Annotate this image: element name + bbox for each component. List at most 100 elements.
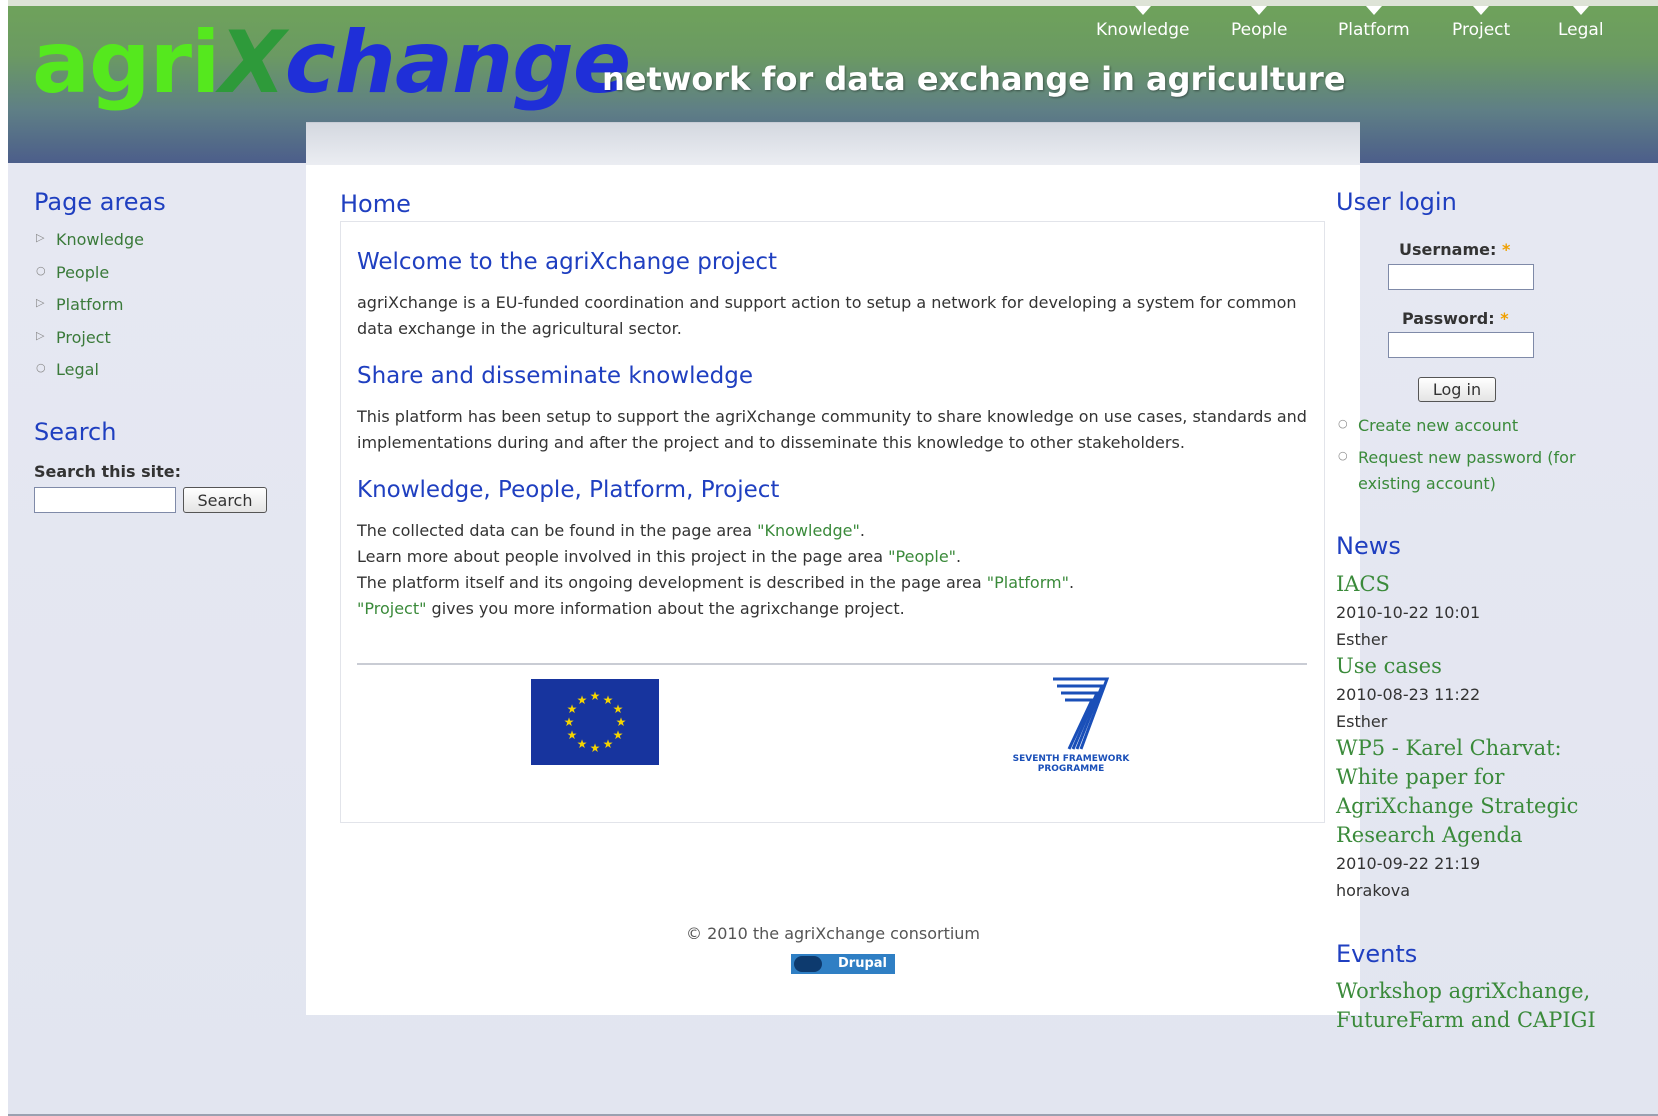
site-tagline: network for data exchange in agriculture	[602, 60, 1346, 98]
sidebar-item-label: People	[56, 262, 110, 282]
circle-bullet-icon: ○	[36, 263, 46, 277]
circle-bullet-icon: ○	[36, 361, 46, 374]
sidebar-item-knowledge[interactable]: ▷ Knowledge	[34, 228, 144, 261]
text: .	[956, 547, 962, 566]
page-areas-menu: ▷ Knowledge ○ People ▷ Platform ▷ Project ○ L…	[34, 228, 144, 391]
section-heading: Knowledge, People, Platform, Project	[357, 477, 780, 503]
section-body: agriXchange is a EU-funded coordination …	[357, 293, 1297, 338]
svg-text:★: ★	[577, 693, 588, 707]
svg-text:★: ★	[564, 715, 575, 729]
drupal-badge-label: Drupal	[838, 956, 887, 971]
topnav-project[interactable]: Project	[1452, 6, 1510, 40]
topnav-knowledge[interactable]: Knowledge	[1096, 6, 1189, 40]
required-mark: *	[1500, 309, 1509, 328]
sidebar-item-label: Project	[56, 327, 111, 347]
link-knowledge[interactable]: "Knowledge"	[757, 521, 860, 540]
password-label: Password: *	[1402, 309, 1509, 328]
svg-text:★: ★	[616, 715, 627, 729]
login-button[interactable]: Log in	[1418, 377, 1496, 402]
sidebar-item-platform[interactable]: ▷ Platform	[34, 293, 144, 326]
divider	[357, 663, 1307, 665]
news-item-author: Esther	[1336, 712, 1388, 731]
fp7-logo: SEVENTH FRAMEWORK PROGRAMME	[1011, 673, 1131, 774]
circle-bullet-icon: ○	[1338, 449, 1348, 462]
topnav-people[interactable]: People	[1231, 6, 1287, 40]
search-button[interactable]: Search	[183, 487, 267, 513]
username-label-text: Username:	[1399, 240, 1497, 259]
news-item: IACS 2010-10-22 10:01 Esther	[1336, 570, 1611, 653]
sidebar-item-people[interactable]: ○ People	[34, 261, 144, 294]
eu-flag-logo: ★ ★ ★ ★ ★ ★ ★ ★ ★ ★ ★ ★	[531, 679, 659, 765]
drupal-drop-icon	[794, 956, 822, 972]
link-label: Request new password (for existing accou…	[1358, 448, 1576, 493]
password-field[interactable]	[1388, 332, 1534, 358]
event-item-title[interactable]: Workshop agriXchange, FutureFarm and CAP…	[1336, 977, 1611, 1035]
link-label: Create new account	[1358, 416, 1519, 435]
fp7-seven-icon: SEVENTH FRAMEWORK PROGRAMME	[1013, 677, 1131, 774]
search-title: Search	[34, 418, 117, 446]
login-links: ○ Create new account ○ Request new passwor…	[1336, 413, 1606, 503]
username-label: Username: *	[1399, 240, 1510, 259]
username-field[interactable]	[1388, 264, 1534, 290]
link-platform[interactable]: "Platform"	[987, 573, 1069, 592]
svg-text:★: ★	[603, 737, 614, 751]
news-item-date: 2010-09-22 21:19	[1336, 854, 1481, 873]
text: The collected data can be found in the p…	[357, 521, 758, 540]
news-item: WP5 - Karel Charvat: White paper for Agr…	[1336, 734, 1611, 904]
news-item-title[interactable]: Use cases	[1336, 652, 1611, 681]
sidebar-item-project[interactable]: ▷ Project	[34, 326, 144, 359]
eu-stars-icon: ★ ★ ★ ★ ★ ★ ★ ★ ★ ★ ★ ★	[564, 689, 627, 755]
request-password-link[interactable]: ○ Request new password (for existing acco…	[1336, 445, 1606, 497]
svg-text:★: ★	[613, 728, 624, 742]
main-panel-shade	[306, 122, 1360, 165]
text: gives you more information about the agr…	[426, 599, 905, 618]
sidebar-item-label: Platform	[56, 295, 124, 314]
user-login-title: User login	[1336, 188, 1457, 216]
event-item: Workshop agriXchange, FutureFarm and CAP…	[1336, 977, 1611, 1035]
section-links-paragraph: The collected data can be found in the p…	[357, 518, 1307, 622]
sidebar-item-label: Legal	[56, 360, 99, 379]
footer-copyright: © 2010 the agriXchange consortium	[685, 924, 981, 943]
search-input[interactable]	[34, 487, 176, 513]
password-label-text: Password:	[1402, 309, 1495, 328]
required-mark: *	[1501, 240, 1511, 259]
topnav-legal[interactable]: Legal	[1558, 6, 1604, 40]
page-title: Home	[340, 190, 411, 218]
svg-text:★: ★	[613, 702, 624, 716]
news-item-title[interactable]: WP5 - Karel Charvat: White paper for Agr…	[1336, 734, 1611, 850]
news-item-author: horakova	[1336, 881, 1411, 900]
news-item: Use cases 2010-08-23 11:22 Esther	[1336, 652, 1611, 735]
sidebar-item-legal[interactable]: ○ Legal	[34, 358, 144, 391]
page-frame: agriXchange network for data exchange in…	[8, 0, 1658, 1116]
link-project[interactable]: "Project"	[357, 599, 426, 618]
text: .	[859, 521, 865, 540]
sidebar-item-label: Knowledge	[56, 230, 144, 249]
create-account-link[interactable]: ○ Create new account	[1336, 413, 1606, 439]
section-heading: Share and disseminate knowledge	[357, 363, 753, 389]
collapsed-arrow-icon: ▷	[36, 296, 45, 309]
svg-text:★: ★	[577, 737, 588, 751]
news-item-date: 2010-08-23 11:22	[1336, 685, 1481, 704]
fp7-line1: SEVENTH FRAMEWORK	[1013, 754, 1131, 764]
news-item-author: Esther	[1336, 630, 1388, 649]
collapsed-arrow-icon: ▷	[36, 328, 45, 342]
section-heading: Welcome to the agriXchange project	[357, 249, 778, 275]
news-item-date: 2010-10-22 10:01	[1336, 603, 1481, 622]
fp7-line2: PROGRAMME	[1038, 764, 1105, 773]
news-item-title[interactable]: IACS	[1336, 570, 1611, 599]
search-label: Search this site:	[34, 462, 182, 481]
top-navigation: Knowledge People Platform Project Legal	[8, 0, 1658, 50]
text: .	[1068, 573, 1075, 592]
svg-text:★: ★	[567, 728, 578, 742]
main-content: Home Welcome to the agriXchange project …	[306, 122, 1360, 1015]
drupal-badge[interactable]: Drupal	[791, 954, 895, 974]
page-areas-title: Page areas	[34, 188, 166, 216]
topnav-platform[interactable]: Platform	[1338, 6, 1410, 40]
link-people[interactable]: "People"	[888, 547, 956, 566]
svg-text:★: ★	[590, 741, 601, 755]
text: Learn more about people involved in this…	[357, 547, 889, 566]
collapsed-arrow-icon: ▷	[36, 231, 45, 244]
news-title: News	[1336, 532, 1401, 560]
content-node: Welcome to the agriXchange project agriX…	[340, 221, 1325, 823]
svg-text:★: ★	[590, 689, 601, 703]
